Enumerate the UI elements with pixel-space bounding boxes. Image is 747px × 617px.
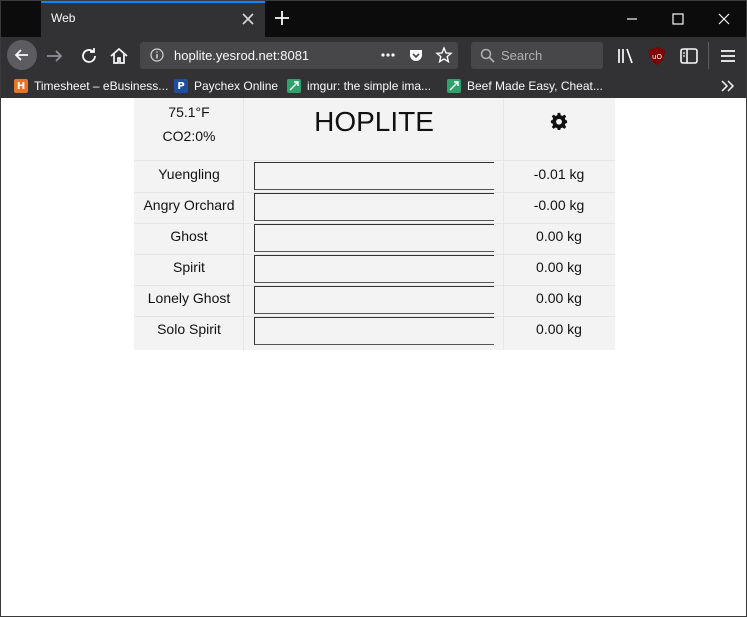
search-input[interactable]: Search — [471, 42, 603, 69]
back-arrow-icon — [14, 49, 28, 61]
co2-readout: CO2:0% — [162, 128, 216, 144]
imgur-favicon-icon — [287, 79, 301, 93]
bookmarks-toolbar: H Timesheet – eBusiness... P Paychex Onl… — [1, 74, 746, 98]
reload-icon[interactable] — [77, 44, 101, 68]
close-tab-icon[interactable] — [241, 12, 255, 26]
page-content: 75.1°F CO2:0% HOPLITE Yuengling -0.01 kg… — [1, 98, 746, 616]
tab-title: Web — [51, 11, 76, 25]
back-button[interactable] — [7, 40, 37, 70]
close-window-icon[interactable] — [714, 9, 734, 29]
forward-arrow-icon[interactable] — [43, 44, 67, 68]
library-icon[interactable] — [614, 44, 638, 68]
svg-text:uO: uO — [652, 53, 662, 61]
tab-web[interactable]: Web — [41, 1, 265, 37]
home-icon[interactable] — [107, 44, 131, 68]
keg-level-bar — [254, 224, 494, 252]
page-actions-icon[interactable] — [380, 49, 396, 61]
keg-weight: 0.00 kg — [536, 321, 582, 337]
maximize-icon[interactable] — [668, 9, 688, 29]
keg-weight: -0.01 kg — [533, 166, 585, 182]
new-tab-icon[interactable] — [273, 9, 291, 27]
page-title: HOPLITE — [314, 106, 434, 137]
bookmark-paychex[interactable]: P Paychex Online — [174, 77, 278, 95]
temperature-readout: 75.1°F — [168, 104, 210, 120]
navigation-toolbar: hoplite.yesrod.net:8081 Search uO — [1, 37, 746, 74]
keg-level-bar — [254, 162, 494, 190]
bookmark-star-icon[interactable] — [435, 46, 453, 64]
keg-level-bar — [254, 193, 494, 221]
search-icon — [480, 48, 495, 63]
info-icon[interactable] — [150, 48, 164, 62]
pocket-icon[interactable] — [408, 47, 424, 63]
sidebar-icon[interactable] — [677, 44, 701, 68]
address-bar[interactable]: hoplite.yesrod.net:8081 — [140, 42, 458, 69]
toolbar-divider — [708, 42, 709, 69]
keg-name: Angry Orchard — [143, 197, 235, 213]
tab-strip: Web — [1, 1, 746, 37]
ublock-origin-icon[interactable]: uO — [645, 44, 669, 68]
keg-weight: 0.00 kg — [536, 259, 582, 275]
settings-gear-icon[interactable] — [550, 112, 568, 130]
keg-level-bar — [254, 286, 494, 314]
hoplite-panel: 75.1°F CO2:0% HOPLITE Yuengling -0.01 kg… — [134, 98, 615, 350]
bookmark-beef-made-easy[interactable]: Beef Made Easy, Cheat... — [447, 77, 603, 95]
keg-weight: 0.00 kg — [536, 290, 582, 306]
bookmarks-overflow-icon[interactable] — [719, 79, 735, 93]
bookmark-label: Paychex Online — [194, 79, 279, 93]
bookmark-label: Timesheet – eBusiness... — [34, 79, 169, 93]
keg-name: Solo Spirit — [157, 321, 221, 337]
search-placeholder: Search — [501, 48, 543, 63]
timesheet-favicon-icon: H — [14, 79, 28, 93]
bookmark-timesheet[interactable]: H Timesheet – eBusiness... — [14, 77, 168, 95]
bookmark-label: Beef Made Easy, Cheat... — [467, 79, 603, 93]
keg-name: Yuengling — [158, 166, 220, 182]
keg-weight: 0.00 kg — [536, 228, 582, 244]
bookmark-label: imgur: the simple ima... — [307, 79, 432, 93]
row-divider — [134, 160, 615, 161]
url-text: hoplite.yesrod.net:8081 — [174, 48, 310, 63]
keg-name: Spirit — [173, 259, 205, 275]
keg-level-bar — [254, 255, 494, 283]
keg-weight: -0.00 kg — [533, 197, 585, 213]
bookmark-imgur[interactable]: imgur: the simple ima... — [287, 77, 431, 95]
paychex-favicon-icon: P — [174, 79, 188, 93]
minimize-icon[interactable] — [622, 9, 642, 29]
keg-level-bar — [254, 317, 494, 345]
hamburger-menu-icon[interactable] — [716, 44, 740, 68]
keg-name: Lonely Ghost — [147, 290, 231, 306]
beef-favicon-icon — [447, 79, 461, 93]
keg-name: Ghost — [170, 228, 208, 244]
